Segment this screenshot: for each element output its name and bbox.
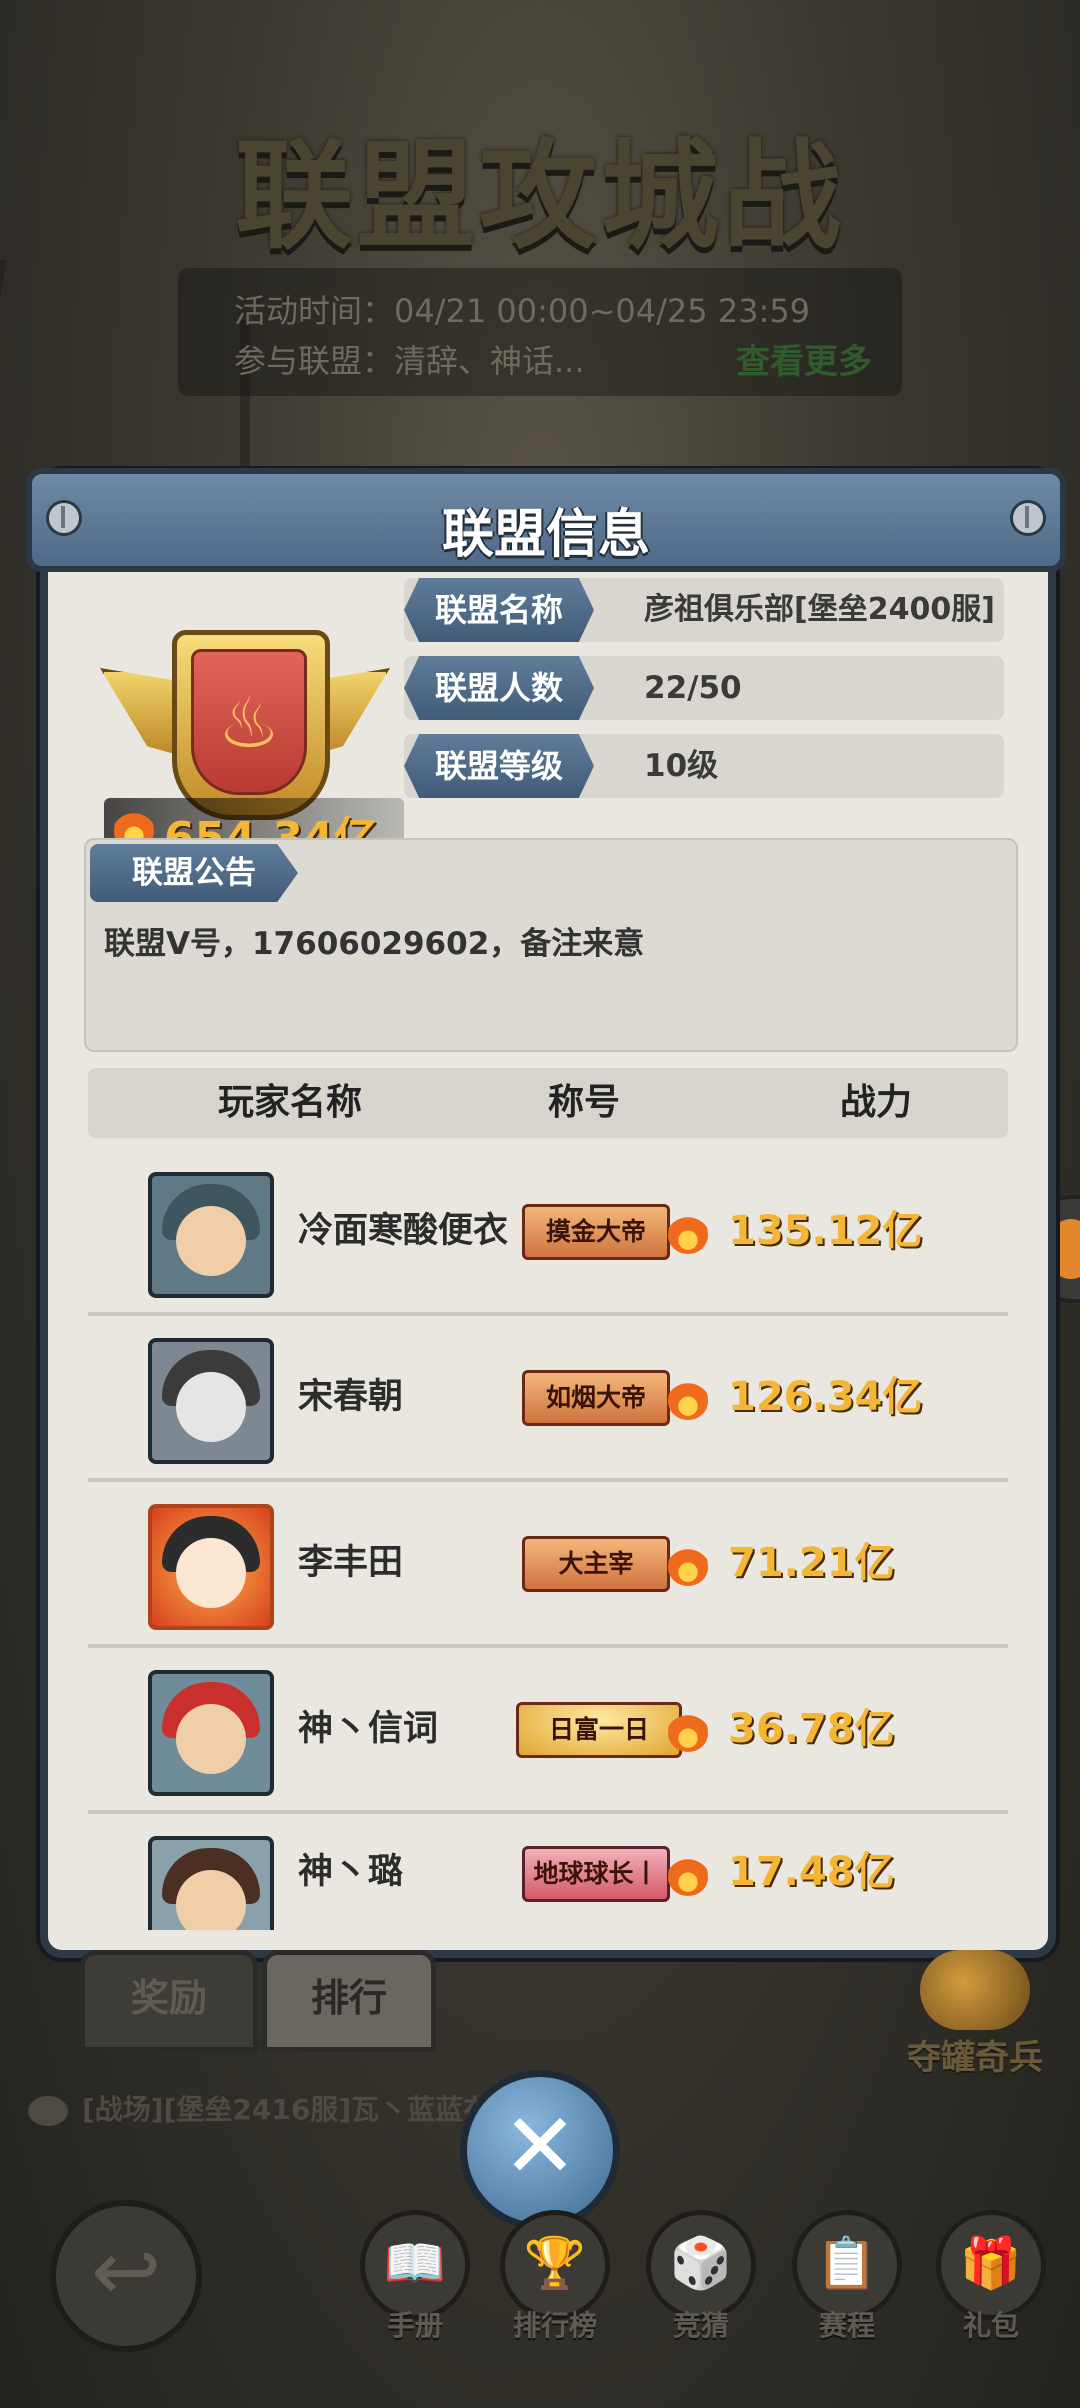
member-title-badge: 日富一日 bbox=[516, 1702, 682, 1758]
member-name: 神丶信词 bbox=[298, 1709, 439, 1749]
chat-text: [战场][堡垒2416服]瓦丶蓝蓝在... bbox=[82, 2093, 524, 2126]
member-row[interactable]: 神丶璐 地球球长丨 17.48亿 bbox=[88, 1814, 1008, 1930]
side-event-button[interactable]: 夺罐奇兵 bbox=[880, 1950, 1070, 2080]
back-arrow-icon: ↩ bbox=[90, 2222, 162, 2320]
member-row[interactable]: 神丶信词 日富一日 36.78亿 bbox=[88, 1648, 1008, 1814]
info-row-name: 联盟名称 彦祖俱乐部[堡垒2400服] bbox=[404, 578, 1004, 642]
tab-reward[interactable]: 奖励 bbox=[80, 1950, 258, 2052]
nav-leaderboard[interactable]: 🏆 排行榜 bbox=[500, 2210, 610, 2360]
modal-title: 联盟信息 bbox=[441, 505, 650, 565]
event-title: 联盟攻城战 bbox=[234, 127, 845, 265]
notice-text: 联盟V号，17606029602，备注来意 bbox=[104, 926, 645, 962]
nav-label: 手册 bbox=[386, 2309, 443, 2342]
member-title-badge: 如烟大帝 bbox=[522, 1370, 670, 1426]
member-power: 126.34亿 bbox=[728, 1374, 923, 1420]
info-value: 10级 bbox=[644, 748, 719, 784]
nav-label: 竞猜 bbox=[672, 2309, 729, 2342]
skull-mask-avatar[interactable] bbox=[148, 1338, 274, 1464]
modal-header: 联盟信息 bbox=[26, 468, 1066, 572]
notice-label: 联盟公告 bbox=[90, 844, 298, 902]
nav-gift[interactable]: 🎁 礼包 bbox=[936, 2210, 1046, 2360]
member-name: 宋春朝 bbox=[298, 1377, 404, 1417]
member-title-badge: 大主宰 bbox=[522, 1536, 670, 1592]
event-info-panel: 活动时间：04/21 00:00~04/25 23:59 参与联盟：清辞、神话.… bbox=[178, 268, 902, 396]
info-value: 彦祖俱乐部[堡垒2400服] bbox=[644, 592, 995, 627]
member-name: 冷面寒酸便衣 bbox=[298, 1211, 509, 1251]
header-title: 称号 bbox=[548, 1082, 621, 1123]
member-row[interactable]: 李丰田 大主宰 71.21亿 bbox=[88, 1482, 1008, 1648]
alliance-info-modal: 联盟信息 ♨ 654.34亿 联盟名称 彦祖俱乐部[堡垒2400服] 联盟人数 … bbox=[26, 468, 1066, 1958]
info-value: 22/50 bbox=[644, 670, 742, 706]
header-power: 战力 bbox=[840, 1082, 913, 1123]
flame-icon bbox=[668, 1540, 708, 1586]
member-name: 李丰田 bbox=[298, 1543, 404, 1583]
event-time: 活动时间：04/21 00:00~04/25 23:59 bbox=[234, 292, 811, 330]
member-title-badge: 地球球长丨 bbox=[522, 1846, 670, 1902]
treasure-jar-icon bbox=[920, 1950, 1030, 2030]
emblem-shield: ♨ bbox=[172, 630, 330, 820]
flame-icon bbox=[668, 1850, 708, 1896]
angry-boy-avatar[interactable] bbox=[148, 1836, 274, 1930]
hooded-boy-avatar[interactable] bbox=[148, 1172, 274, 1298]
members-table-header: 玩家名称 称号 战力 bbox=[88, 1068, 1008, 1138]
nav-schedule[interactable]: 📋 赛程 bbox=[792, 2210, 902, 2360]
info-label: 联盟等级 bbox=[404, 734, 594, 798]
view-more-link[interactable]: 查看更多 bbox=[736, 334, 872, 383]
info-row-level: 联盟等级 10级 bbox=[404, 734, 1004, 798]
member-power: 17.48亿 bbox=[728, 1849, 895, 1895]
header-player-name: 玩家名称 bbox=[218, 1082, 363, 1123]
close-button[interactable]: ✕ bbox=[460, 2070, 620, 2230]
nav-label: 排行榜 bbox=[512, 2309, 597, 2342]
chat-ticker[interactable]: [战场][堡垒2416服]瓦丶蓝蓝在... bbox=[28, 2088, 523, 2128]
flame-emblem-icon: ♨ bbox=[217, 682, 281, 764]
alliance-notice: 联盟公告 联盟V号，17606029602，备注来意 bbox=[84, 838, 1018, 1052]
member-power: 135.12亿 bbox=[728, 1208, 923, 1254]
member-power: 36.78亿 bbox=[728, 1706, 895, 1752]
member-power: 71.21亿 bbox=[728, 1540, 895, 1586]
nav-label: 礼包 bbox=[962, 2309, 1019, 2342]
flame-icon bbox=[668, 1374, 708, 1420]
chat-bubble-icon bbox=[28, 2096, 68, 2126]
nav-handbook[interactable]: 📖 手册 bbox=[360, 2210, 470, 2360]
nav-label: 赛程 bbox=[818, 2309, 875, 2342]
info-label: 联盟人数 bbox=[404, 656, 594, 720]
member-row[interactable]: 冷面寒酸便衣 摸金大帝 135.12亿 bbox=[88, 1150, 1008, 1316]
member-name: 神丶璐 bbox=[298, 1852, 404, 1892]
back-button[interactable]: ↩ bbox=[50, 2200, 202, 2352]
rivet-icon bbox=[1010, 500, 1046, 536]
tab-rank[interactable]: 排行 bbox=[262, 1950, 436, 2052]
red-cap-boy-avatar[interactable] bbox=[148, 1670, 274, 1796]
member-row[interactable]: 宋春朝 如烟大帝 126.34亿 bbox=[88, 1316, 1008, 1482]
penguin-girl-avatar[interactable] bbox=[148, 1504, 274, 1630]
close-icon: ✕ bbox=[502, 2094, 578, 2199]
flame-icon bbox=[668, 1208, 708, 1254]
flame-icon bbox=[668, 1706, 708, 1752]
info-row-members: 联盟人数 22/50 bbox=[404, 656, 1004, 720]
event-alliances: 参与联盟：清辞、神话... bbox=[234, 342, 585, 380]
info-label: 联盟名称 bbox=[404, 578, 594, 642]
side-event-label: 夺罐奇兵 bbox=[907, 2038, 1043, 2078]
member-title-badge: 摸金大帝 bbox=[522, 1204, 670, 1260]
nav-guess[interactable]: 🎲 竞猜 bbox=[646, 2210, 756, 2360]
